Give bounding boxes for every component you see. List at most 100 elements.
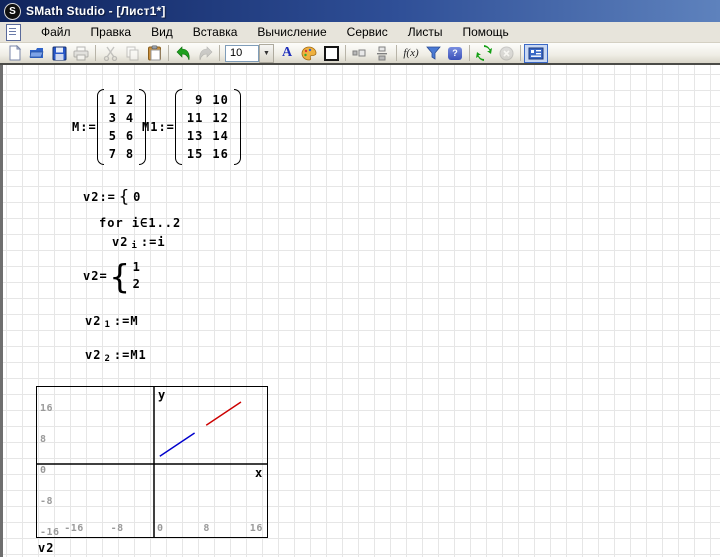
program-init-line[interactable]: v2:= { 0	[83, 187, 141, 207]
printer-icon	[73, 46, 89, 61]
matrix-cell: 13	[187, 129, 203, 143]
matrix-name: M	[72, 120, 80, 134]
title-bar: S SMath Studio - [Лист1*]	[0, 0, 720, 22]
menu-item-7[interactable]: Листы	[398, 23, 453, 41]
open-folder-icon	[29, 45, 45, 61]
subscript-index: 2	[104, 354, 110, 364]
paste-button[interactable]	[143, 44, 165, 62]
undo-arrow-icon	[175, 46, 192, 61]
stop-x-icon	[499, 46, 514, 61]
y-tick-label: -16	[40, 528, 60, 538]
matrix-cell: 16	[212, 147, 228, 161]
align-vertical-button[interactable]	[371, 44, 393, 62]
x-tick-label: -8	[111, 524, 124, 534]
insert-function-button[interactable]: f(x)	[400, 44, 422, 62]
menu-item-2[interactable]: Правка	[81, 23, 142, 41]
matrix-cell: 14	[212, 129, 228, 143]
matrix-values: 910111213141516	[182, 89, 234, 165]
font-color-button[interactable]: A	[276, 44, 298, 62]
matrix-cell: 12	[212, 111, 228, 125]
program-lhs: v2:=	[83, 190, 116, 204]
series-line-m1	[206, 402, 241, 425]
matrix-cell: 15	[187, 147, 203, 161]
filter-button[interactable]	[422, 44, 444, 62]
matrix-paren-left	[175, 89, 182, 165]
assignment-v2-1[interactable]: v21:=M	[85, 314, 139, 328]
border-button[interactable]	[320, 44, 342, 62]
app-logo-icon: S	[4, 3, 21, 20]
matrix-name: M1	[142, 120, 158, 134]
plot-canvas	[37, 387, 267, 537]
y-tick-label: 0	[40, 466, 47, 476]
recalculate-button[interactable]	[473, 44, 495, 62]
worksheet-canvas[interactable]: M:= 12345678 M1:= 910111213141516 v2:= {…	[0, 65, 720, 557]
palette-icon	[301, 46, 317, 61]
matrix-cell: 9	[195, 93, 203, 107]
matrix-definition-m[interactable]: M:= 12345678	[72, 89, 146, 165]
matrix-cell: 2	[126, 93, 134, 107]
matrix-cell: 7	[109, 147, 117, 161]
toolbar: 10 ▼ A f(x) ?	[0, 43, 720, 63]
matrix-cell: 6	[126, 129, 134, 143]
toolbar-separator	[396, 45, 397, 61]
scissors-icon	[103, 46, 118, 61]
menu-item-3[interactable]: Вид	[141, 23, 183, 41]
x-tick-label: -16	[64, 524, 84, 534]
assign-operator: :=	[158, 120, 174, 134]
plot-axes	[37, 387, 267, 537]
x-tick-label: 0	[157, 524, 164, 534]
palette-button[interactable]	[298, 44, 320, 62]
print-button	[70, 44, 92, 62]
toolbar-separator	[520, 45, 521, 61]
undo-button[interactable]	[172, 44, 194, 62]
units-button[interactable]: ?	[444, 44, 466, 62]
matrix-definition-m1[interactable]: M1:= 910111213141516	[142, 89, 241, 165]
function-fx-icon: f(x)	[403, 47, 418, 59]
assignment-tail: :=M1	[114, 348, 147, 362]
font-size-value[interactable]: 10	[225, 45, 259, 62]
side-panel-toggle-button[interactable]	[524, 44, 548, 63]
assignment-v2-2[interactable]: v22:=M1	[85, 348, 147, 362]
program-for-line[interactable]: for i∈1..2	[99, 216, 181, 230]
result-value: 2	[133, 276, 141, 293]
result-value: 1	[133, 259, 141, 276]
align-horizontal-icon	[352, 47, 368, 59]
font-letter-icon: A	[282, 46, 292, 60]
variable-name: v2	[85, 314, 101, 328]
matrix-paren-right	[234, 89, 241, 165]
matrix-cell: 11	[187, 111, 203, 125]
subscript-index: 1	[104, 320, 110, 330]
program-result[interactable]: v2= { 12	[83, 259, 141, 293]
result-lhs: v2=	[83, 269, 108, 283]
menu-item-1[interactable]: Файл	[31, 23, 81, 41]
redo-button	[194, 44, 216, 62]
toolbar-separator	[469, 45, 470, 61]
xy-plot[interactable]: y x -16-808161680-8-16	[36, 386, 268, 538]
font-size-combobox[interactable]: 10 ▼	[225, 44, 274, 63]
y-tick-label: 8	[40, 435, 47, 445]
toolbar-separator	[95, 45, 96, 61]
y-tick-label: -8	[40, 497, 53, 507]
subscript-index: i	[131, 241, 137, 251]
align-horizontal-button[interactable]	[349, 44, 371, 62]
new-file-button[interactable]	[4, 44, 26, 62]
brace: {	[110, 260, 131, 293]
redo-arrow-icon	[197, 46, 214, 61]
plot-expression-caption[interactable]: v2	[38, 541, 54, 555]
menu-item-5[interactable]: Вычисление	[247, 23, 336, 41]
save-button[interactable]	[48, 44, 70, 62]
menu-bar: ФайлПравкаВидВставкаВычислениеСервисЛист…	[0, 22, 720, 43]
program-body-line[interactable]: v2i:=i	[112, 235, 166, 249]
program-init-value: 0	[133, 190, 141, 204]
open-file-button[interactable]	[26, 44, 48, 62]
matrix-paren-left	[97, 89, 104, 165]
toolbar-separator	[219, 45, 220, 61]
menu-item-4[interactable]: Вставка	[183, 23, 248, 41]
matrix-cell: 3	[109, 111, 117, 125]
menu-items: ФайлПравкаВидВставкаВычислениеСервисЛист…	[31, 23, 519, 41]
chevron-down-icon[interactable]: ▼	[259, 44, 274, 63]
document-icon[interactable]	[6, 24, 21, 41]
new-page-icon	[7, 45, 23, 61]
menu-item-8[interactable]: Помощь	[452, 23, 518, 41]
menu-item-6[interactable]: Сервис	[337, 23, 398, 41]
